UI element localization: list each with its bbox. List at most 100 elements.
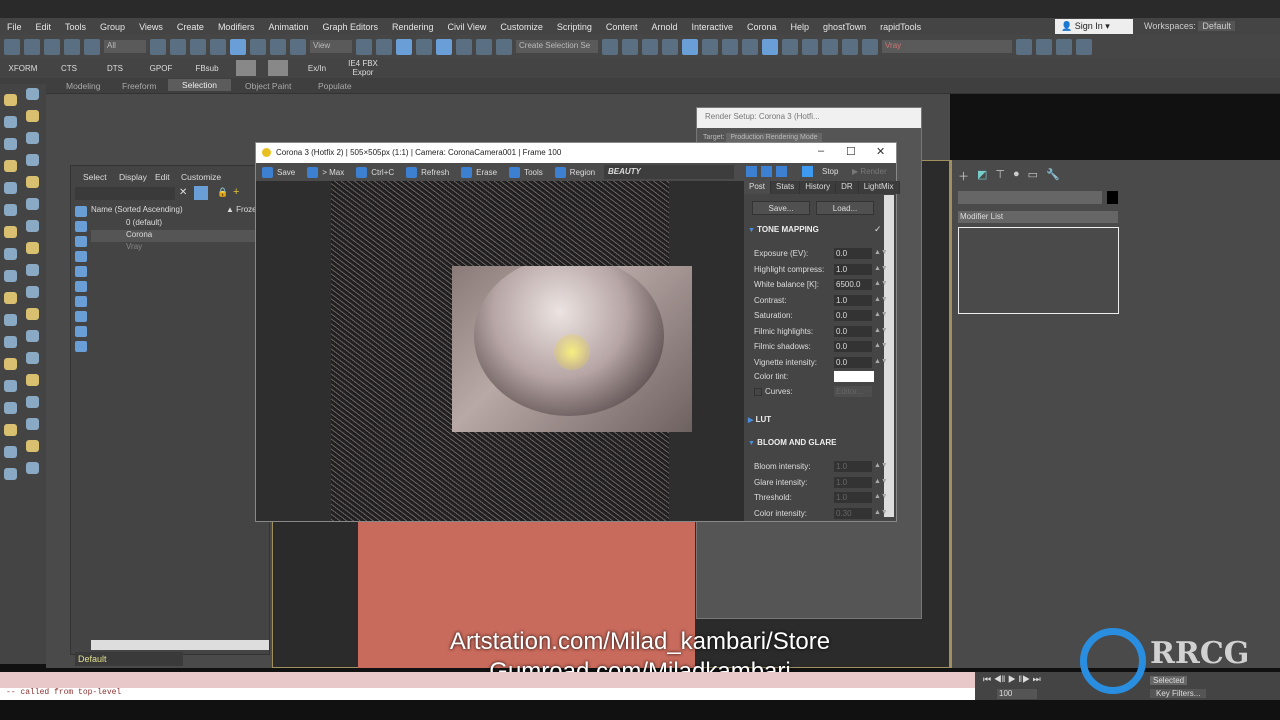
select-manipulate-icon[interactable]	[376, 38, 392, 55]
param-value-input[interactable]: 1.0	[834, 476, 872, 488]
display-tab-icon[interactable]: ▭	[1028, 168, 1038, 184]
menu-corona[interactable]: Corona	[740, 22, 784, 32]
vfb-tools-button[interactable]: Tools	[503, 166, 549, 178]
param-value-input[interactable]: 1.0	[834, 492, 872, 503]
set-current-layer-icon[interactable]	[1076, 38, 1092, 55]
filter-cameras-icon[interactable]	[75, 251, 87, 262]
edit-named-sets-icon[interactable]	[496, 38, 512, 55]
explorer-menu-customize[interactable]: Customize	[181, 172, 221, 182]
align-icon[interactable]	[622, 38, 638, 55]
render-channel-dropdown[interactable]: BEAUTY	[604, 165, 734, 179]
filter-all-icon[interactable]	[75, 341, 87, 352]
spinner-icon[interactable]: ▲▼	[874, 478, 888, 485]
zoom-out-icon[interactable]	[761, 166, 772, 177]
filter-icon[interactable]	[194, 186, 208, 200]
param-value-input[interactable]: 1.0	[834, 263, 872, 275]
explorer-search-input[interactable]	[75, 187, 175, 200]
tool-icon[interactable]	[4, 380, 17, 392]
zoom-in-icon[interactable]	[746, 166, 757, 177]
tool-icon[interactable]	[26, 242, 39, 254]
param-value-input[interactable]: 0.30	[834, 507, 872, 519]
vfb-ctrlc-button[interactable]: Ctrl+C	[350, 166, 400, 178]
layer-row[interactable]: Corona	[91, 230, 271, 242]
tool-icon[interactable]	[4, 94, 17, 106]
curves-checkbox[interactable]	[754, 388, 762, 396]
bloom-glare-header[interactable]: ▼ BLOOM AND GLARE	[748, 438, 836, 447]
shelf-button-4[interactable]: FBsub	[184, 64, 230, 73]
tab-history[interactable]: History	[800, 181, 837, 194]
stop-button[interactable]: Stop	[822, 167, 838, 176]
workspaces-dropdown[interactable]: Workspaces: Default	[1140, 19, 1280, 34]
param-value-input[interactable]: 6500.0	[834, 279, 872, 290]
tool-icon[interactable]	[4, 182, 17, 194]
lock-icon[interactable]: 🔒	[217, 187, 228, 198]
rendered-frame-window-icon[interactable]	[782, 38, 798, 55]
tool-icon[interactable]	[4, 358, 17, 370]
ribbon-toggle-icon[interactable]	[682, 38, 698, 55]
shelf-button-0[interactable]: XFORM	[0, 64, 46, 73]
maximize-icon[interactable]: ☐	[846, 145, 856, 158]
undo-icon[interactable]	[4, 38, 20, 55]
modifier-stack[interactable]	[958, 227, 1119, 314]
rotate-icon[interactable]	[250, 38, 266, 55]
render-production-icon[interactable]	[802, 38, 818, 55]
render-setup-icon[interactable]	[762, 38, 778, 55]
tool-icon[interactable]	[4, 336, 17, 348]
named-selection-dropdown[interactable]: Create Selection Se	[516, 40, 598, 53]
save-preset-button[interactable]: Save...	[752, 201, 810, 215]
curve-editor-icon[interactable]	[702, 38, 718, 55]
object-color-swatch[interactable]	[1107, 191, 1118, 204]
tool-icon[interactable]	[26, 440, 39, 452]
sign-in-button[interactable]: 👤 Sign In ▾	[1055, 19, 1133, 34]
tool-icon[interactable]	[26, 110, 39, 122]
filter-shapes-icon[interactable]	[75, 221, 87, 232]
filter-xrefs-icon[interactable]	[75, 311, 87, 322]
tool-icon[interactable]	[4, 402, 17, 414]
shelf-button-7[interactable]: Ex/In	[294, 64, 340, 73]
window-crossing-icon[interactable]	[210, 38, 226, 55]
tone-mapping-header[interactable]: ▼ TONE MAPPING	[748, 225, 819, 234]
percent-snap-icon[interactable]	[456, 38, 472, 55]
tab-populate[interactable]: Populate	[318, 81, 352, 91]
menu-tools[interactable]: Tools	[58, 22, 93, 32]
selection-filter-dropdown[interactable]: All	[104, 40, 146, 53]
menu-interactive[interactable]: Interactive	[684, 22, 740, 32]
motion-tab-icon[interactable]: ●	[1013, 168, 1020, 184]
place-icon[interactable]	[290, 38, 306, 55]
menu-edit[interactable]: Edit	[29, 22, 59, 32]
link-icon[interactable]	[44, 38, 60, 55]
material-editor-icon[interactable]	[742, 38, 758, 55]
color-tint-swatch[interactable]	[834, 371, 874, 382]
object-name-input[interactable]	[958, 191, 1102, 204]
tool-icon[interactable]	[26, 264, 39, 276]
filter-bones-icon[interactable]	[75, 326, 87, 337]
hierarchy-tab-icon[interactable]: ⊤	[995, 168, 1005, 184]
select-object-icon[interactable]	[150, 38, 166, 55]
render-button[interactable]: Render	[860, 167, 886, 176]
vfb-max-button[interactable]: > Max	[301, 166, 350, 178]
load-preset-button[interactable]: Load...	[816, 201, 874, 215]
param-value-input[interactable]: 0.0	[834, 356, 872, 368]
layer-explorer-icon[interactable]	[662, 38, 678, 55]
maxscript-listener[interactable]	[0, 672, 975, 688]
vfb-save-button[interactable]: Save	[256, 166, 301, 178]
tool-icon[interactable]	[26, 132, 39, 144]
spinner-icon[interactable]: ▲▼	[874, 509, 888, 516]
tab-selection[interactable]: Selection	[168, 79, 231, 91]
tool-icon[interactable]	[26, 374, 39, 386]
shelf-button-3[interactable]: GPOF	[138, 64, 184, 73]
snap-icon[interactable]	[416, 38, 432, 55]
param-value-input[interactable]: 0.0	[834, 325, 872, 337]
filter-geometry-icon[interactable]	[75, 206, 87, 217]
tool-icon[interactable]	[26, 198, 39, 210]
param-value-input[interactable]: 0.0	[834, 341, 872, 352]
tool-icon[interactable]	[4, 204, 17, 216]
menu-ghosttown[interactable]: ghostTown	[816, 22, 873, 32]
spinner-icon[interactable]: ▲▼	[874, 311, 888, 318]
key-filters-button[interactable]: Key Filters...	[1150, 689, 1207, 698]
menu-scripting[interactable]: Scripting	[550, 22, 599, 32]
tool-icon[interactable]	[26, 352, 39, 364]
pivot-icon[interactable]	[356, 38, 372, 55]
tab-freeform[interactable]: Freeform	[122, 81, 156, 91]
explorer-menu-display[interactable]: Display	[119, 172, 147, 182]
